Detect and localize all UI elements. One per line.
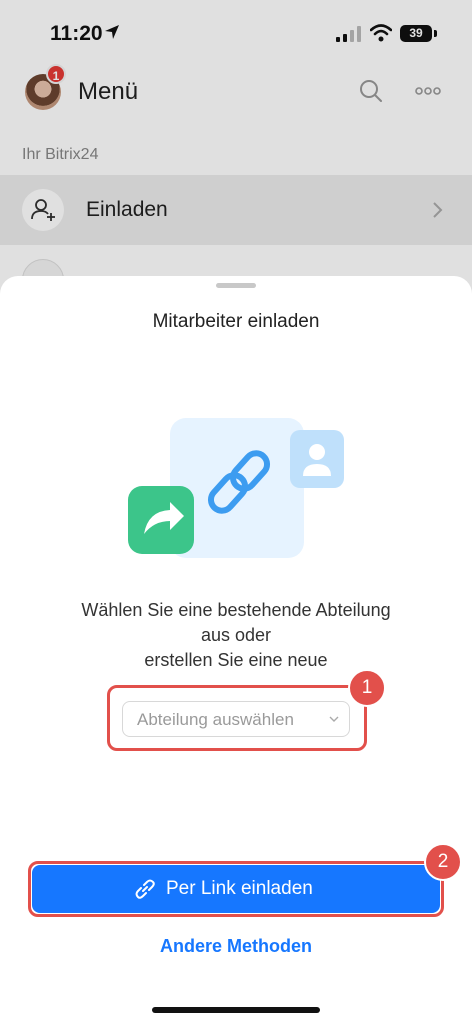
invite-illustration — [128, 418, 344, 558]
annotation-marker-2: 2 — [424, 843, 462, 881]
link-icon — [135, 879, 155, 899]
annotation-marker-1: 1 — [348, 669, 386, 707]
invite-by-link-button[interactable]: Per Link einladen — [32, 865, 440, 913]
description-line: erstellen Sie eine neue — [144, 650, 328, 670]
department-select[interactable]: Abteilung auswählen — [122, 701, 350, 737]
chevron-down-icon — [329, 716, 339, 722]
invite-by-link-label: Per Link einladen — [166, 878, 313, 899]
home-indicator — [152, 1007, 320, 1013]
sheet-description: Wählen Sie eine bestehende Abteilung aus… — [30, 598, 442, 673]
sheet-title: Mitarbeiter einladen — [152, 311, 320, 332]
description-line: aus oder — [200, 625, 272, 645]
screen: 11:20 39 1 Menü Ihr Bitrix24 Einladen Mi… — [0, 0, 472, 1024]
other-methods-link[interactable]: Andere Methoden — [0, 936, 472, 957]
sheet-grabber[interactable] — [216, 283, 256, 288]
invite-bottom-sheet: Mitarbeiter einladen Wählen Sie eine bes… — [0, 276, 472, 1024]
description-line: Wählen Sie eine bestehende Abteilung — [81, 600, 391, 620]
department-select-placeholder: Abteilung auswählen — [137, 710, 294, 729]
